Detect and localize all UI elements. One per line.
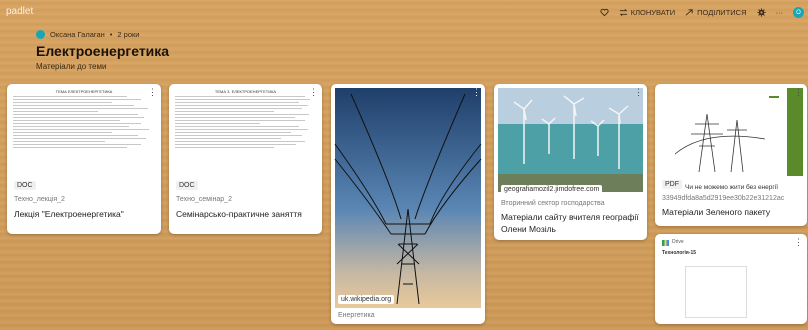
post-card-seminar[interactable]: ТЕМА 3. ЕЛЕКТРОЕНЕРГЕТИКА ⋮ DOC Техно_се… — [169, 84, 322, 234]
card-title: Семінарсько-практичне заняття — [176, 209, 302, 219]
card-meta: Техно_семінар_2 — [176, 196, 232, 203]
link-source-badge: geografiamozil2.jimdofree.com — [501, 185, 603, 194]
clone-button[interactable]: КЛОНУВАТИ — [619, 8, 675, 17]
author-avatar[interactable] — [36, 30, 45, 39]
separator-dot: • — [109, 30, 113, 39]
share-label: ПОДІЛИТИСЯ — [697, 8, 747, 17]
link-source-badge: uk.wikipedia.org — [338, 295, 395, 304]
doc-type-badge: DOC — [176, 181, 198, 190]
card-menu-icon[interactable]: ⋮ — [309, 87, 318, 98]
doc-preview-heading: ТЕМА 3. ЕЛЕКТРОЕНЕРГЕТИКА — [214, 89, 277, 94]
offshore-wind-photo — [498, 88, 643, 192]
card-title: Матеріали Зеленого пакету — [662, 207, 771, 217]
post-card-drive[interactable]: Drive ⋮ Технологія-15 — [655, 234, 807, 324]
doc-label: Технологія-15 — [662, 250, 697, 256]
share-button[interactable]: ПОДІЛИТИСЯ — [685, 8, 747, 17]
card-meta: Техно_лекція_2 — [14, 196, 65, 203]
toolbar-actions: КЛОНУВАТИ ПОДІЛИТИСЯ ··· О — [600, 7, 804, 18]
board-header: Оксана Галаган • 2 роки Електроенергетик… — [36, 30, 169, 71]
doc-page-preview — [685, 266, 747, 318]
card-meta: Вторинний сектор господарства — [501, 200, 605, 207]
card-menu-icon[interactable]: ⋮ — [794, 87, 803, 98]
page-title: Електроенергетика — [36, 43, 170, 59]
card-menu-icon[interactable]: ⋮ — [148, 87, 157, 98]
post-card-lecture[interactable]: ТЕМА ЕЛЕКТРОЕНЕРГЕТИКА ⋮ DOC Техно_лекці… — [7, 84, 161, 234]
board-age: 2 роки — [117, 30, 140, 39]
doc-type-badge: DOC — [14, 181, 36, 190]
doc-preview-heading: ТЕМА ЕЛЕКТРОЕНЕРГЕТИКА — [55, 89, 113, 94]
doc-preview: ТЕМА 3. ЕЛЕКТРОЕНЕРГЕТИКА — [175, 89, 316, 189]
drive-label: Drive — [672, 239, 684, 245]
pdf-overlay-text: Чи не можемо жити без енергії — [685, 184, 778, 191]
doc-preview: ТЕМА ЕЛЕКТРОЕНЕРГЕТИКА — [13, 89, 155, 189]
gear-icon — [756, 8, 766, 17]
drive-icon — [662, 240, 669, 246]
author-line: Оксана Галаган • 2 роки — [36, 30, 169, 39]
doc-type-badge: PDF — [662, 180, 682, 189]
power-lines-photo — [334, 88, 482, 308]
card-title: Лекція "Електроенергетика" — [14, 209, 124, 219]
share-icon — [685, 9, 693, 16]
card-menu-icon[interactable]: ⋮ — [472, 87, 481, 98]
user-avatar[interactable]: О — [793, 7, 804, 18]
padlet-logo[interactable]: padlet — [6, 6, 33, 17]
card-menu-icon[interactable]: ⋮ — [794, 237, 803, 248]
post-card-green-package[interactable]: ⋮ Чи не можемо жити без енергії PDF 3394… — [655, 84, 807, 226]
clone-icon — [619, 9, 627, 16]
top-bar: padlet КЛОНУВАТИ ПОДІЛИТИСЯ ··· О — [0, 0, 808, 26]
more-button[interactable]: ··· — [776, 8, 784, 17]
clone-label: КЛОНУВАТИ — [630, 8, 676, 17]
post-card-geography[interactable]: ⋮ geografiamozil2.jimdofree.com Вторинни… — [494, 84, 647, 240]
settings-button[interactable] — [756, 8, 766, 17]
card-title: Матеріали сайту вчителя географії Олени … — [501, 212, 639, 234]
page-subtitle: Матеріали до теми — [36, 62, 107, 71]
author-name[interactable]: Оксана Галаган — [50, 30, 105, 39]
pylon-illustration — [659, 88, 803, 176]
card-meta: Енергетика — [338, 312, 375, 319]
card-meta: 33949dfda8a5d2919ee30b22e31212ac — [662, 195, 785, 202]
post-card-wikipedia[interactable]: ⋮ uk.wikipedia.org Енергетика — [331, 84, 485, 324]
heart-icon[interactable] — [600, 8, 609, 17]
card-menu-icon[interactable]: ⋮ — [634, 87, 643, 98]
